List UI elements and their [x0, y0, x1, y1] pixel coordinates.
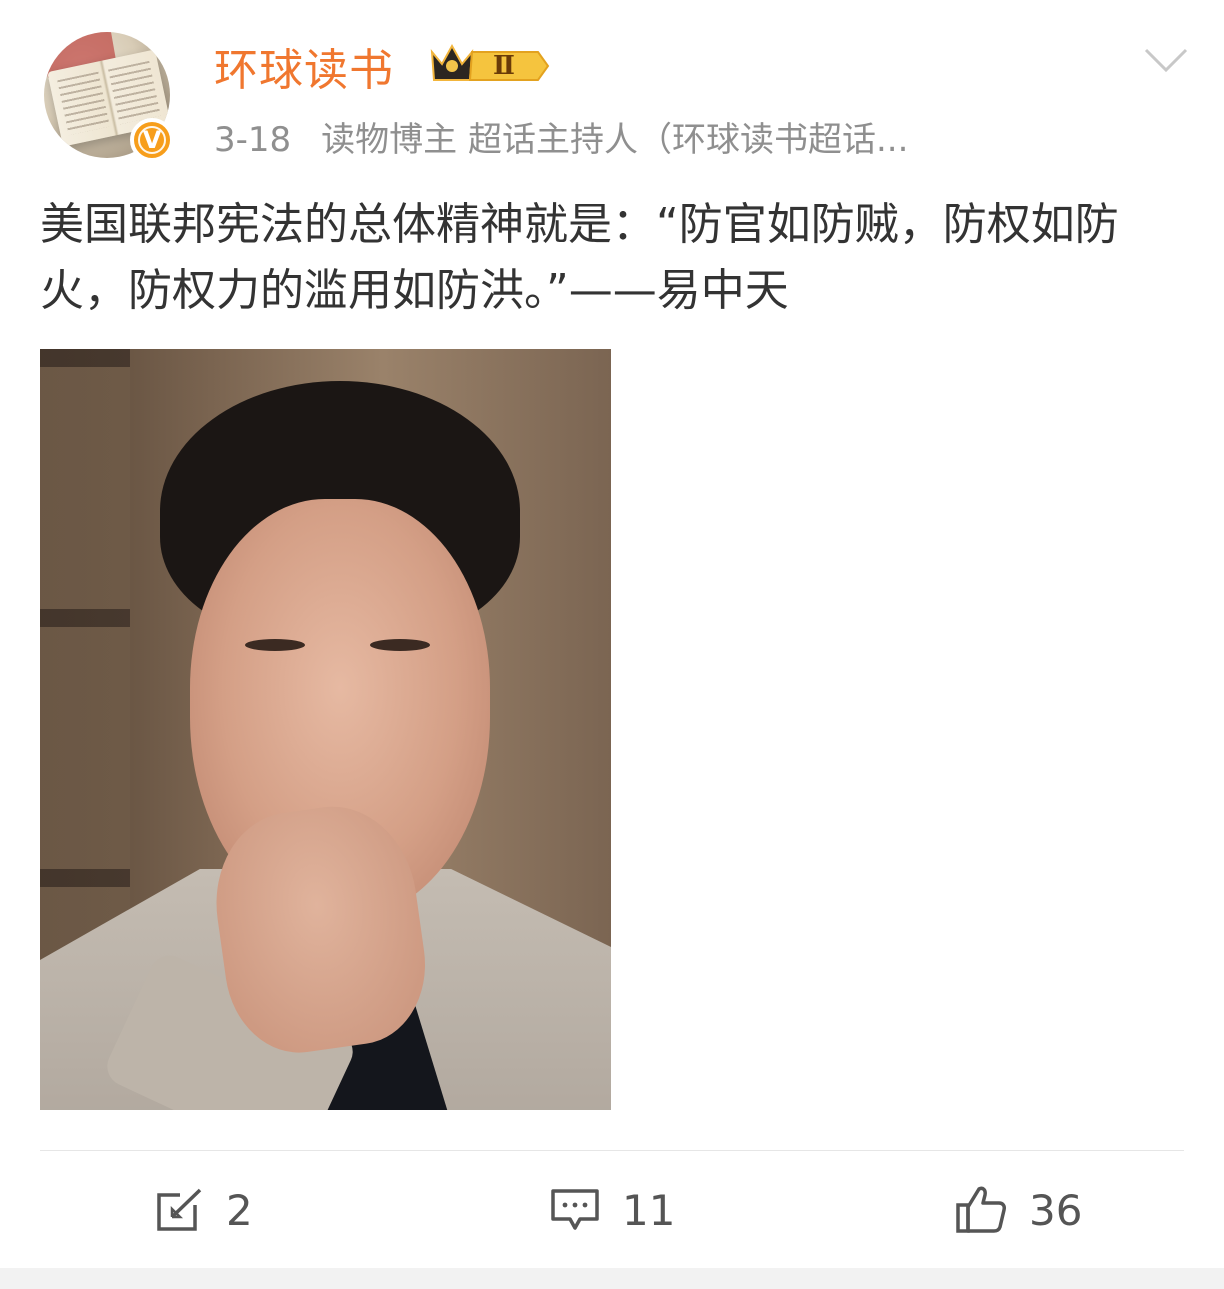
like-button[interactable]: 36 [955, 1180, 1082, 1240]
vip-level-label: Ⅱ [493, 51, 515, 81]
repost-count: 2 [226, 1185, 253, 1235]
post-time: 3-18 [214, 120, 292, 160]
comment-button[interactable]: 11 [550, 1180, 675, 1240]
comment-icon [551, 1189, 599, 1230]
post-meta: 3-18 读物博主 超话主持人（环球读书超话... [214, 112, 908, 161]
post-image[interactable] [40, 349, 611, 1110]
post-text: 美国联邦宪法的总体精神就是：“防官如防贼，防权如防火，防权力的滥用如防洪。”——… [40, 199, 1119, 316]
username[interactable]: 环球读书 [214, 34, 394, 98]
thumbs-up-icon [956, 1186, 1006, 1233]
weibo-post-card: V 环球读书 Ⅱ 3-18 读物博主 超话主持人（环球读书超话... 美国联邦宪法… [0, 0, 1224, 1268]
user-description: 读物博主 超话主持人（环球读书超话... [321, 120, 909, 160]
feed-separator [0, 1268, 1224, 1289]
comment-count: 11 [622, 1185, 676, 1235]
repost-button[interactable]: 2 [156, 1180, 253, 1240]
vip-crown-badge[interactable]: Ⅱ [428, 40, 552, 84]
chevron-down-icon[interactable] [1142, 40, 1190, 80]
repost-icon [157, 1188, 202, 1231]
verified-badge-icon: V [130, 118, 174, 162]
like-count: 36 [1029, 1185, 1083, 1235]
divider [40, 1150, 1184, 1151]
